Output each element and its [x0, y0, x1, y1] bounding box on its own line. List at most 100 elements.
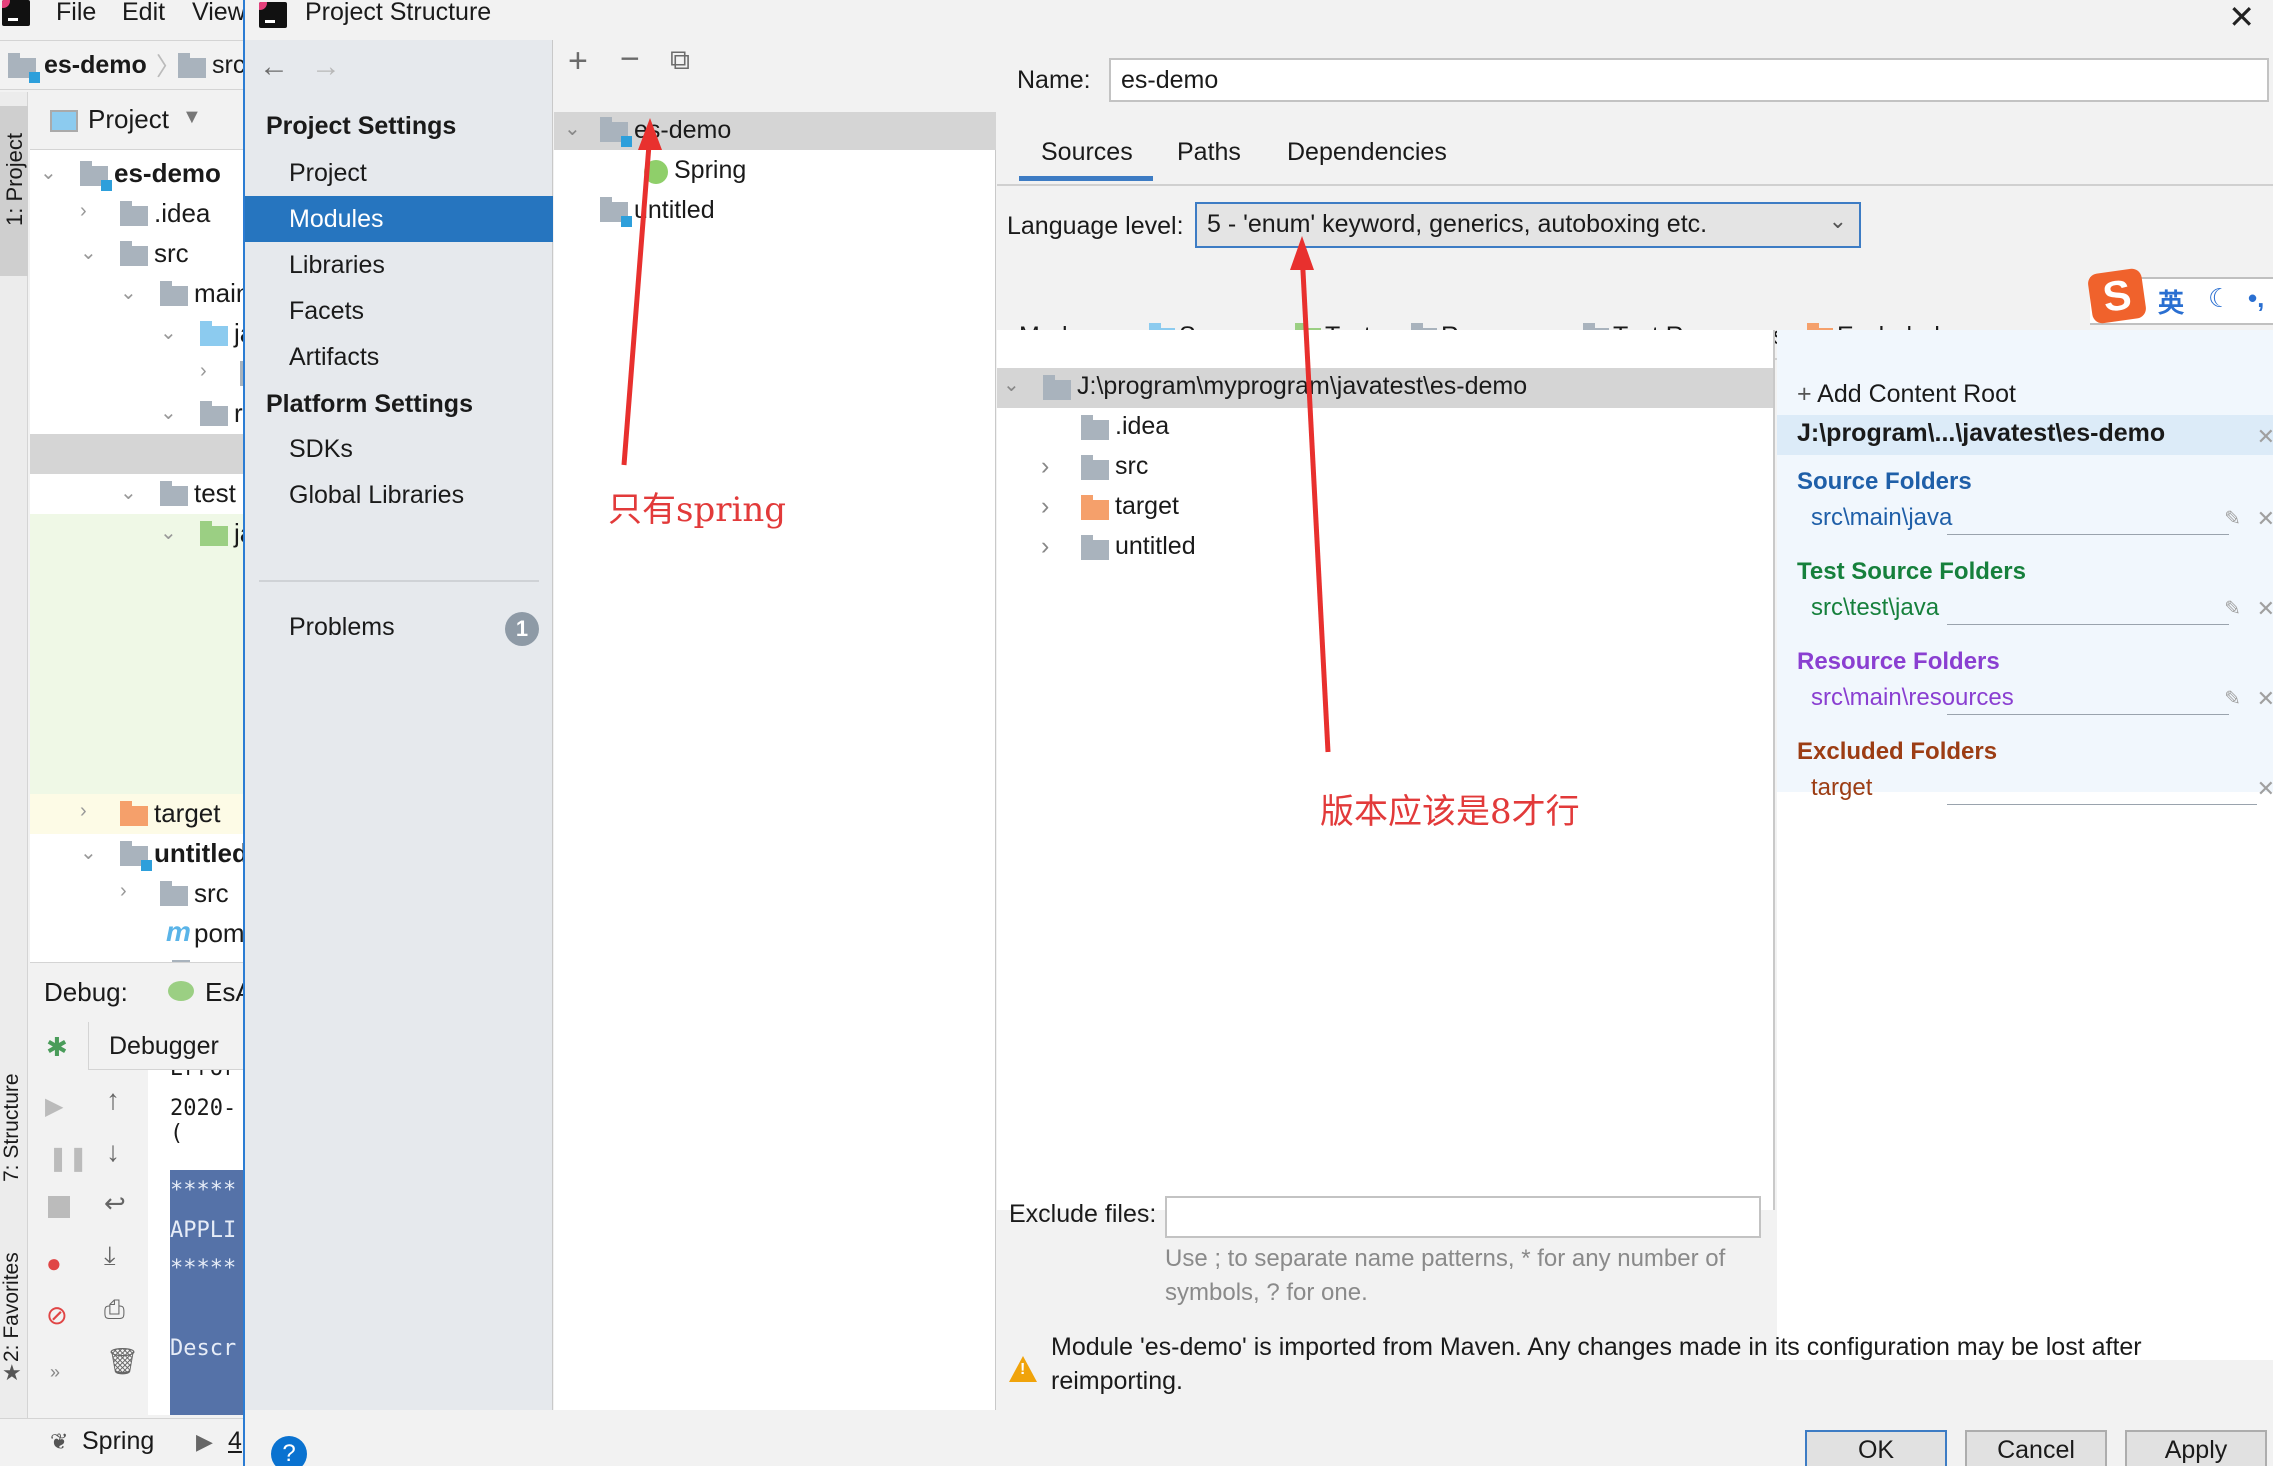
clear-all-icon[interactable]: 🗑: [106, 1346, 139, 1377]
tab-dependencies[interactable]: Dependencies: [1287, 138, 1447, 167]
exclude-files-input[interactable]: [1165, 1196, 1761, 1238]
tab-paths[interactable]: Paths: [1177, 138, 1241, 167]
sidebar-item-sdks[interactable]: SDKs: [245, 426, 553, 472]
chevron-down-icon[interactable]: ⌄: [120, 280, 137, 305]
tree-row[interactable]: m pom: [30, 914, 245, 954]
tree-row[interactable]: ⌄ test: [30, 474, 245, 514]
tree-row[interactable]: ⌄ja: [30, 314, 245, 354]
spring-tool-tab[interactable]: Spring: [82, 1427, 154, 1456]
chevron-right-icon[interactable]: ›: [80, 800, 87, 823]
more-icon[interactable]: »: [50, 1362, 60, 1383]
content-tree-item[interactable]: › target: [997, 488, 1773, 528]
chevron-right-icon[interactable]: ›: [120, 880, 127, 903]
chevron-down-icon[interactable]: ⌄: [160, 400, 177, 425]
sidebar-item-global-libraries[interactable]: Global Libraries: [245, 472, 553, 518]
chevron-down-icon[interactable]: ⌄: [80, 840, 97, 865]
half-width-moon-icon[interactable]: ☾: [2208, 283, 2231, 314]
breadcrumb-item-src[interactable]: src: [212, 51, 245, 80]
run-icon[interactable]: ▶: [196, 1429, 213, 1455]
sidebar-item-facets[interactable]: Facets: [245, 288, 553, 334]
remove-folder-icon[interactable]: ✕: [2257, 686, 2273, 712]
tree-row[interactable]: ⌄ja: [30, 514, 245, 554]
chevron-right-icon[interactable]: ›: [80, 200, 87, 223]
folder-group-item[interactable]: src\main\resources: [1811, 684, 2014, 712]
remove-root-icon[interactable]: ✕: [2257, 424, 2273, 450]
chevron-right-icon[interactable]: ›: [1041, 492, 1049, 521]
sidebar-item-libraries[interactable]: Libraries: [245, 242, 553, 288]
debug-bug-icon[interactable]: ✱: [46, 1032, 68, 1063]
add-module-icon[interactable]: +: [568, 42, 588, 81]
chevron-down-icon[interactable]: ⌄: [120, 480, 137, 505]
edit-pencil-icon[interactable]: ✎: [2224, 506, 2241, 531]
menu-view[interactable]: View: [192, 0, 245, 27]
punctuation-icon[interactable]: •,: [2248, 283, 2264, 314]
module-item-untitled[interactable]: untitled: [554, 192, 996, 230]
soft-wrap-icon[interactable]: ↩: [104, 1188, 126, 1219]
facet-item-spring[interactable]: Spring: [554, 152, 996, 190]
tree-row[interactable]: › target: [30, 794, 245, 834]
edit-pencil-icon[interactable]: ✎: [2224, 596, 2241, 621]
sidebar-item-project[interactable]: Project: [245, 150, 553, 196]
sidebar-item-modules[interactable]: Modules: [245, 196, 553, 242]
back-arrow-icon[interactable]: ←: [259, 50, 289, 84]
content-tree-root[interactable]: ⌄ J:\program\myprogram\javatest\es-demo: [997, 368, 1773, 408]
content-tree-item[interactable]: .idea: [997, 408, 1773, 448]
console-output[interactable]: Error 2020-( ***** APPLI ***** Descr: [148, 1070, 245, 1415]
edit-pencil-icon[interactable]: ✎: [2224, 686, 2241, 711]
tool-tab-project[interactable]: 1: Project: [0, 106, 28, 276]
chevron-down-icon[interactable]: ⌄: [564, 116, 581, 141]
close-icon[interactable]: ✕: [2228, 0, 2255, 36]
module-name-input[interactable]: es-demo: [1109, 58, 2269, 102]
tree-row[interactable]: ⌄ r: [30, 394, 245, 434]
print-icon[interactable]: ⎙: [104, 1294, 125, 1326]
content-tree-item[interactable]: › src: [997, 448, 1773, 488]
menu-file[interactable]: File: [56, 0, 96, 27]
tree-row[interactable]: › src: [30, 874, 245, 914]
folder-group-item[interactable]: target: [1811, 774, 1872, 802]
chevron-down-icon[interactable]: ⌄: [80, 240, 97, 265]
run-tool-tab[interactable]: 4: [228, 1427, 242, 1456]
tool-tab-favorites[interactable]: 2: Favorites: [0, 1252, 24, 1362]
tree-row[interactable]: ›: [30, 354, 245, 394]
ime-mode-indicator[interactable]: 英: [2158, 283, 2184, 320]
remove-folder-icon[interactable]: ✕: [2257, 596, 2273, 622]
view-breakpoints-icon[interactable]: ●: [46, 1248, 62, 1279]
ok-button[interactable]: OK: [1805, 1430, 1947, 1466]
remove-folder-icon[interactable]: ✕: [2257, 776, 2273, 802]
chevron-right-icon[interactable]: ›: [1041, 532, 1049, 561]
project-view-selector[interactable]: Project ▼: [30, 92, 245, 150]
tree-row[interactable]: › .idea: [30, 194, 245, 234]
content-tree-item[interactable]: › untitled: [997, 528, 1773, 568]
language-level-select[interactable]: 5 - 'enum' keyword, generics, autoboxing…: [1195, 202, 1861, 248]
sidebar-item-artifacts[interactable]: Artifacts: [245, 334, 553, 380]
ime-status-bar[interactable]: S 英 ☾ •,: [2086, 267, 2273, 325]
folder-group-item[interactable]: src\test\java: [1811, 594, 1939, 622]
module-item-es-demo[interactable]: ⌄ es-demo: [554, 112, 996, 150]
stop-icon[interactable]: [48, 1196, 70, 1218]
tree-row[interactable]: ⌄es-demoJ:: [30, 154, 245, 194]
scroll-down-icon[interactable]: ↓: [106, 1136, 120, 1168]
chevron-right-icon[interactable]: ›: [1041, 452, 1049, 481]
tree-row[interactable]: ⌄ untitled: [30, 834, 245, 874]
folder-group-item[interactable]: src\main\java: [1811, 504, 1952, 532]
tool-tab-structure[interactable]: 7: Structure: [0, 1073, 24, 1182]
chevron-down-icon[interactable]: ⌄: [160, 320, 177, 345]
forward-arrow-icon[interactable]: →: [311, 50, 341, 84]
cancel-button[interactable]: Cancel: [1965, 1430, 2107, 1466]
chevron-down-icon[interactable]: ⌄: [1003, 372, 1020, 397]
debug-run-config-tab[interactable]: EsA: [205, 977, 245, 1008]
tab-sources[interactable]: Sources: [1019, 138, 1153, 181]
chevron-right-icon[interactable]: ›: [200, 360, 207, 383]
sidebar-item-problems[interactable]: Problems 1: [245, 604, 553, 650]
chevron-down-icon[interactable]: ⌄: [40, 160, 57, 185]
menu-edit[interactable]: Edit: [122, 0, 165, 27]
pause-icon[interactable]: ❚❚: [48, 1144, 88, 1173]
scroll-to-end-icon[interactable]: ⤓: [104, 1240, 116, 1272]
tree-row[interactable]: ⌄ main: [30, 274, 245, 314]
resume-icon[interactable]: ▶: [45, 1092, 63, 1121]
apply-button[interactable]: Apply: [2125, 1430, 2267, 1466]
breadcrumb-item-es-demo[interactable]: es-demo: [44, 51, 147, 80]
add-content-root-button[interactable]: + Add Content Root: [1797, 380, 2016, 409]
tree-row[interactable]: ⌄ src: [30, 234, 245, 274]
remove-folder-icon[interactable]: ✕: [2257, 506, 2273, 532]
